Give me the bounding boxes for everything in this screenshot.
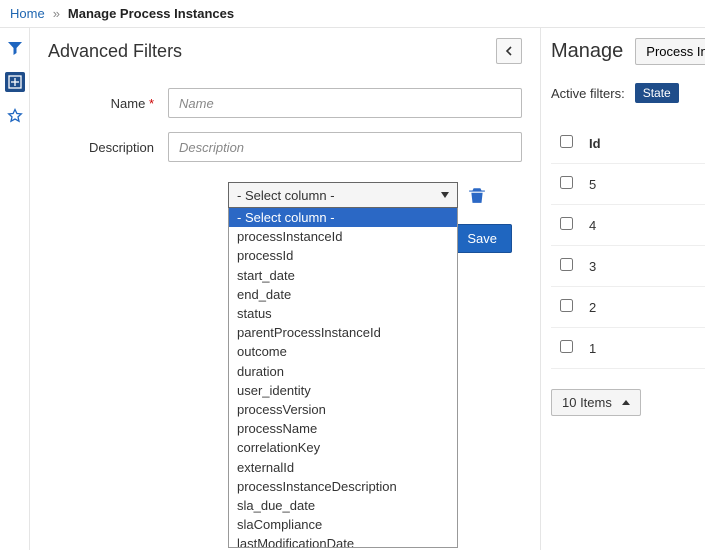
select-all-checkbox[interactable] [560, 135, 573, 148]
table-row[interactable]: 4 [551, 205, 705, 246]
filter-panel: Advanced Filters Name * Description - Se… [30, 28, 541, 550]
column-option[interactable]: outcome [229, 342, 457, 361]
active-filters-label: Active filters: [551, 86, 625, 101]
column-option[interactable]: processId [229, 246, 457, 265]
manage-title: Manage [551, 40, 623, 63]
row-id-cell: 5 [581, 164, 705, 205]
active-filter-chip[interactable]: State [635, 83, 679, 103]
column-select[interactable]: - Select column - - Select column -proce… [228, 182, 458, 208]
chevron-left-icon [504, 46, 514, 56]
column-option[interactable]: externalId [229, 458, 457, 477]
breadcrumb: Home » Manage Process Instances [0, 0, 705, 28]
trash-icon[interactable] [468, 186, 486, 204]
row-checkbox[interactable] [560, 258, 573, 271]
column-select-dropdown: - Select column -processInstanceIdproces… [228, 208, 458, 548]
column-option[interactable]: processName [229, 419, 457, 438]
instances-table: Id 54321 [551, 123, 705, 369]
breadcrumb-separator: » [53, 6, 60, 21]
icon-rail [0, 28, 30, 550]
column-option[interactable]: slaCompliance [229, 515, 457, 534]
column-option[interactable]: parentProcessInstanceId [229, 323, 457, 342]
page-size-label: 10 Items [562, 395, 612, 410]
table-row[interactable]: 5 [551, 164, 705, 205]
row-checkbox[interactable] [560, 176, 573, 189]
breadcrumb-current: Manage Process Instances [68, 6, 234, 21]
column-option[interactable]: lastModificationDate [229, 534, 457, 548]
save-button[interactable]: Save [452, 224, 512, 253]
description-label: Description [48, 140, 168, 155]
column-option[interactable]: sla_due_date [229, 496, 457, 515]
column-option[interactable]: - Select column - [229, 208, 457, 227]
page-size-dropdown[interactable]: 10 Items [551, 389, 641, 416]
column-option[interactable]: status [229, 304, 457, 323]
star-icon[interactable] [5, 106, 25, 126]
column-option[interactable]: end_date [229, 285, 457, 304]
breadcrumb-home[interactable]: Home [10, 6, 45, 21]
column-option[interactable]: duration [229, 362, 457, 381]
column-select-value: - Select column - [237, 188, 335, 203]
row-checkbox[interactable] [560, 217, 573, 230]
row-id-cell: 1 [581, 328, 705, 369]
row-id-cell: 2 [581, 287, 705, 328]
name-input[interactable] [168, 88, 522, 118]
column-option[interactable]: correlationKey [229, 438, 457, 457]
filter-icon[interactable] [5, 38, 25, 58]
description-input[interactable] [168, 132, 522, 162]
table-row[interactable]: 3 [551, 246, 705, 287]
column-select-display[interactable]: - Select column - [228, 182, 458, 208]
table-row[interactable]: 1 [551, 328, 705, 369]
id-column-header[interactable]: Id [581, 123, 705, 164]
process-instances-button[interactable]: Process Inst [635, 38, 705, 65]
column-option[interactable]: processInstanceId [229, 227, 457, 246]
filter-panel-title: Advanced Filters [48, 41, 182, 62]
row-checkbox[interactable] [560, 299, 573, 312]
row-id-cell: 4 [581, 205, 705, 246]
row-checkbox[interactable] [560, 340, 573, 353]
table-row[interactable]: 2 [551, 287, 705, 328]
column-option[interactable]: processVersion [229, 400, 457, 419]
column-option[interactable]: start_date [229, 266, 457, 285]
column-option[interactable]: user_identity [229, 381, 457, 400]
grid-plus-icon[interactable] [5, 72, 25, 92]
chevron-down-icon [441, 192, 449, 198]
collapse-filter-button[interactable] [496, 38, 522, 64]
column-option[interactable]: processInstanceDescription [229, 477, 457, 496]
row-id-cell: 3 [581, 246, 705, 287]
name-label: Name * [48, 96, 168, 111]
right-panel: Manage Process Inst Active filters: Stat… [541, 28, 705, 550]
chevron-up-icon [622, 400, 630, 405]
